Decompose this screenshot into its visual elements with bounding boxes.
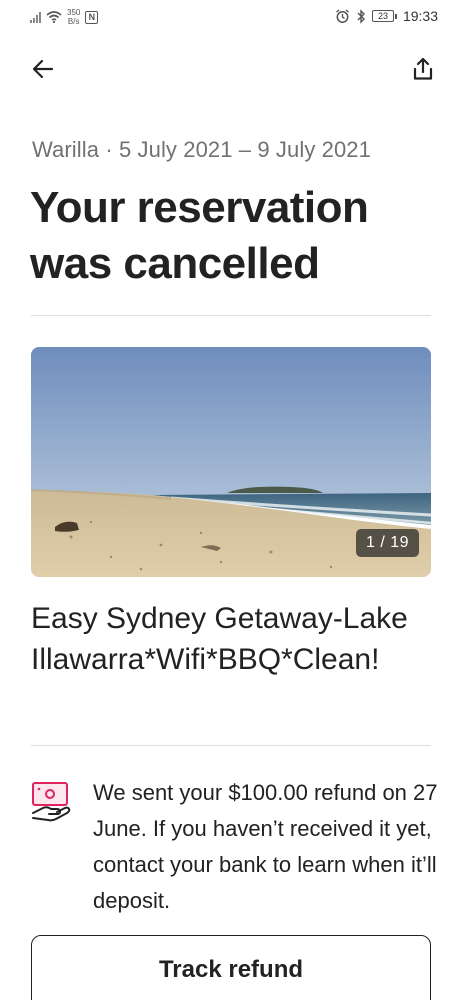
divider bbox=[31, 745, 431, 746]
refund-message: We sent your $100.00 refund on 27 June. … bbox=[93, 780, 438, 913]
network-speed-unit: B/s bbox=[67, 17, 80, 26]
wifi-icon bbox=[46, 11, 62, 23]
refund-money-icon bbox=[30, 780, 72, 822]
back-button[interactable] bbox=[26, 52, 60, 86]
track-refund-button[interactable]: Track refund bbox=[31, 935, 431, 1000]
battery-level: 23 bbox=[371, 10, 394, 22]
page-title: Your reservation was cancelled bbox=[30, 183, 369, 288]
battery-icon: 23 bbox=[371, 10, 397, 22]
bluetooth-icon bbox=[357, 8, 365, 24]
divider bbox=[31, 315, 431, 316]
status-bar-right: 23 19:33 bbox=[335, 8, 438, 24]
status-bar: 350 B/s N 23 19:33 bbox=[0, 0, 462, 34]
listing-photo[interactable]: 1 / 19 bbox=[31, 347, 431, 577]
reservation-subtitle: Warilla · 5 July 2021 – 9 July 2021 bbox=[32, 137, 371, 162]
photo-counter: 1 / 19 bbox=[355, 529, 419, 557]
alarm-icon bbox=[336, 8, 349, 23]
signal-icon bbox=[30, 11, 41, 23]
track-refund-label: Track refund bbox=[158, 956, 304, 983]
listing-title[interactable]: Easy Sydney Getaway-Lake Illawarra*Wifi*… bbox=[31, 598, 436, 680]
nfc-icon: N bbox=[85, 10, 99, 24]
arrow-left-icon bbox=[32, 59, 54, 79]
share-button[interactable] bbox=[406, 52, 440, 86]
share-icon bbox=[413, 57, 433, 80]
network-speed-value: 350 bbox=[67, 8, 81, 17]
status-bar-left: 350 B/s N bbox=[30, 8, 99, 26]
status-time: 19:33 bbox=[402, 8, 438, 24]
network-speed: 350 B/s bbox=[67, 8, 80, 26]
